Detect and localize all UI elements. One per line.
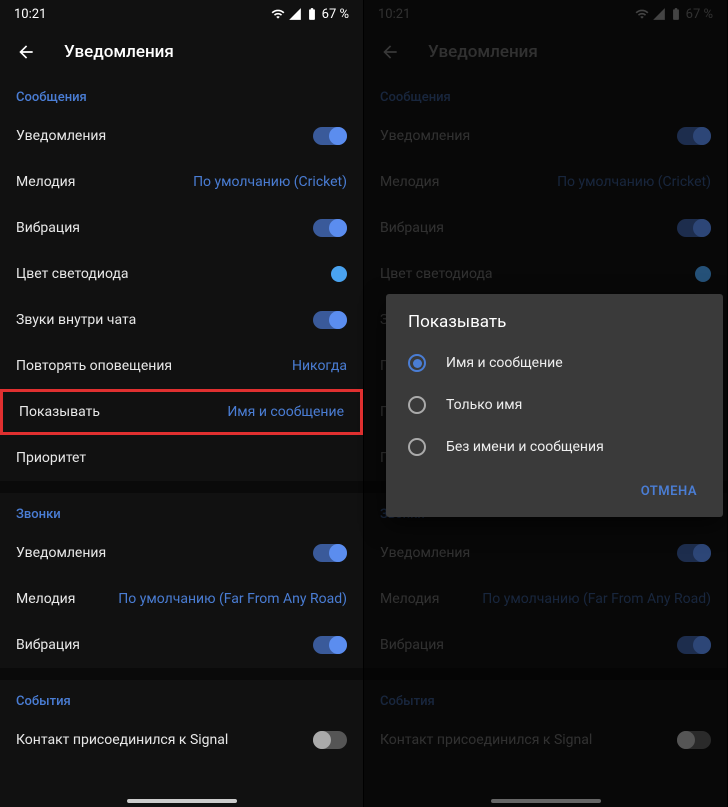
label: Контакт присоединился к Signal <box>16 732 228 748</box>
row-calls-vibration[interactable]: Вибрация <box>0 622 363 668</box>
section-calls-header: Звонки <box>0 493 363 530</box>
signal-icon <box>288 7 302 21</box>
status-bar: 10:21 67 % <box>0 0 363 28</box>
toggle-chat-sounds[interactable] <box>313 311 347 329</box>
toggle-contact-joined[interactable] <box>313 731 347 749</box>
label: Мелодия <box>16 591 75 607</box>
row-show[interactable]: Показывать Имя и сообщение <box>0 389 363 435</box>
toggle-notifications[interactable] <box>313 127 347 145</box>
cancel-button[interactable]: ОТМЕНА <box>631 476 707 507</box>
toggle-vibration[interactable] <box>313 219 347 237</box>
radio-label: Без имени и сообщения <box>446 439 604 455</box>
label: Звуки внутри чата <box>16 312 136 328</box>
dialog-show: Показывать Имя и сообщение Только имя Бе… <box>386 294 723 517</box>
radio-option-name-only[interactable]: Только имя <box>386 384 723 426</box>
value: По умолчанию (Cricket) <box>193 174 347 190</box>
divider <box>0 481 363 493</box>
radio-unselected-icon <box>408 438 426 456</box>
radio-selected-icon <box>408 354 426 372</box>
radio-label: Только имя <box>446 397 522 413</box>
label: Показывать <box>19 404 100 420</box>
value: По умолчанию (Far From Any Road) <box>118 591 347 607</box>
nav-pill[interactable] <box>127 799 237 803</box>
value: Имя и сообщение <box>227 404 344 420</box>
label: Уведомления <box>16 545 106 561</box>
label: Мелодия <box>16 174 75 190</box>
section-events-header: События <box>0 680 363 717</box>
page-title: Уведомления <box>64 42 174 62</box>
radio-label: Имя и сообщение <box>446 355 563 371</box>
led-color-dot <box>331 266 347 282</box>
screen-left: 10:21 67 % Уведомления Сообщения Уведомл… <box>0 0 364 807</box>
label: Уведомления <box>16 128 106 144</box>
radio-option-none[interactable]: Без имени и сообщения <box>386 426 723 468</box>
toggle-calls-vibration[interactable] <box>313 636 347 654</box>
status-battery: 67 % <box>322 7 349 22</box>
label: Вибрация <box>16 637 80 653</box>
row-vibration[interactable]: Вибрация <box>0 205 363 251</box>
row-chat-sounds[interactable]: Звуки внутри чата <box>0 297 363 343</box>
back-button[interactable] <box>16 42 36 62</box>
wifi-icon <box>271 7 285 21</box>
label: Вибрация <box>16 220 80 236</box>
label: Повторять оповещения <box>16 358 172 374</box>
label: Приоритет <box>16 450 86 466</box>
radio-unselected-icon <box>408 396 426 414</box>
battery-icon <box>305 7 319 21</box>
row-repeat[interactable]: Повторять оповещения Никогда <box>0 343 363 389</box>
radio-option-name-and-message[interactable]: Имя и сообщение <box>386 342 723 384</box>
status-right: 67 % <box>271 7 349 22</box>
screen-right: 10:21 67 % Уведомления Сообщения Уведомл… <box>364 0 728 807</box>
status-time: 10:21 <box>14 7 46 22</box>
row-calls-melody[interactable]: Мелодия По умолчанию (Far From Any Road) <box>0 576 363 622</box>
back-arrow-icon <box>16 41 36 63</box>
dialog-title: Показывать <box>386 312 723 342</box>
row-led[interactable]: Цвет светодиода <box>0 251 363 297</box>
toggle-calls-notifications[interactable] <box>313 544 347 562</box>
divider <box>0 668 363 680</box>
dialog-actions: ОТМЕНА <box>386 468 723 507</box>
row-priority[interactable]: Приоритет <box>0 435 363 481</box>
row-contact-joined[interactable]: Контакт присоединился к Signal <box>0 717 363 763</box>
value: Никогда <box>292 358 347 374</box>
header: Уведомления <box>0 28 363 76</box>
label: Цвет светодиода <box>16 266 129 282</box>
row-calls-notifications[interactable]: Уведомления <box>0 530 363 576</box>
row-melody[interactable]: Мелодия По умолчанию (Cricket) <box>0 159 363 205</box>
section-messages-header: Сообщения <box>0 76 363 113</box>
row-notifications[interactable]: Уведомления <box>0 113 363 159</box>
